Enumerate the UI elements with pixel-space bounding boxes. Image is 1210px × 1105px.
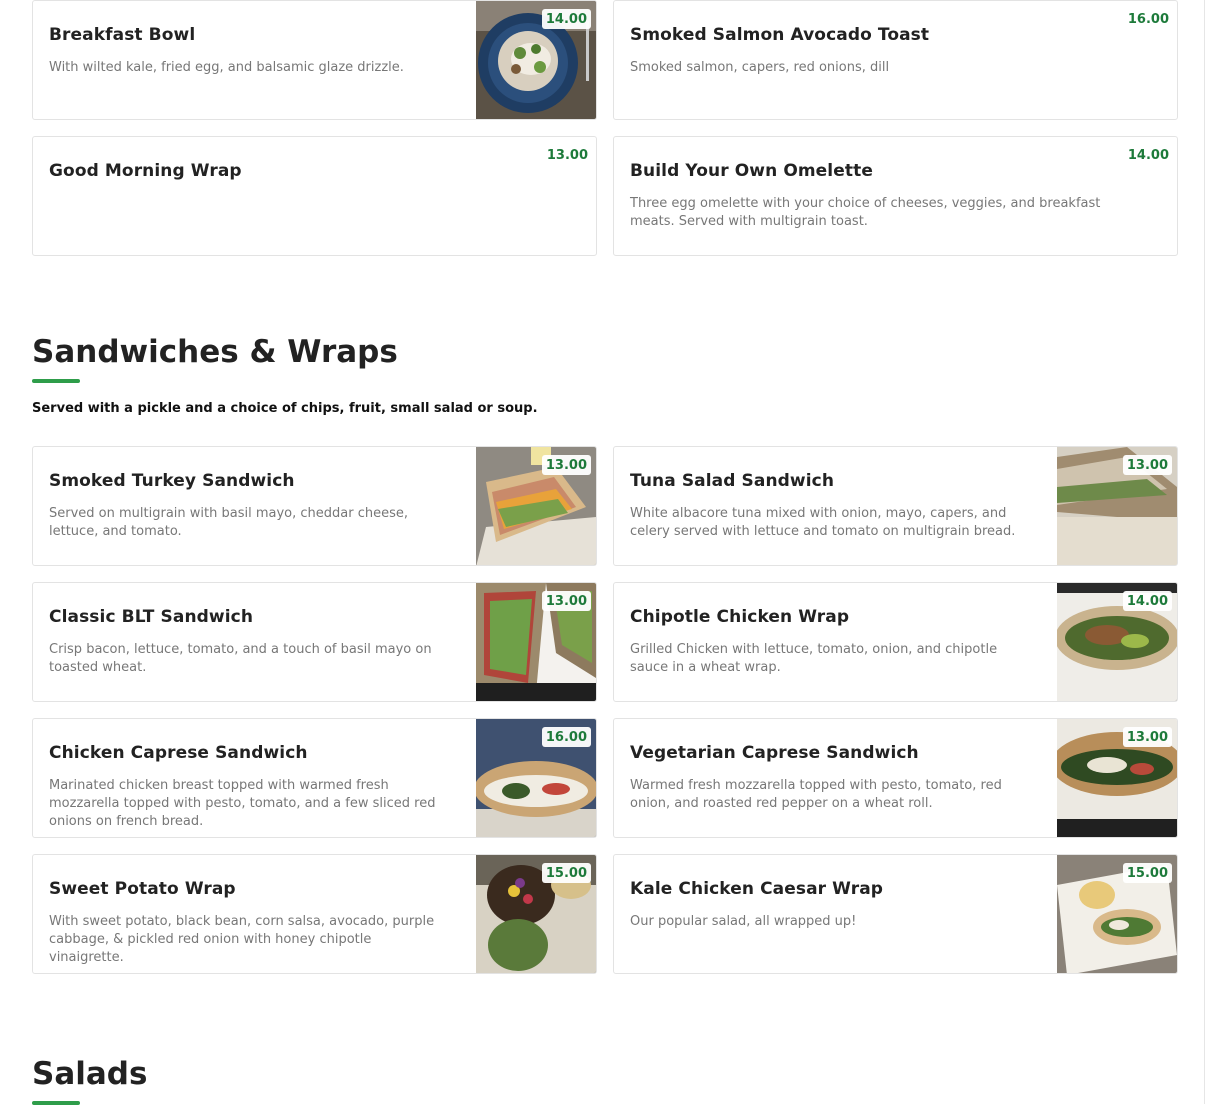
menu-item-description: Marinated chicken breast topped with war… — [49, 778, 436, 829]
menu-item-card[interactable]: Good Morning Wrap 13.00 — [32, 136, 597, 256]
menu-item-name: Classic BLT Sandwich — [49, 607, 254, 627]
section-title-sandwiches: Sandwiches & Wraps — [32, 334, 398, 370]
menu-item-photo: 14.00 — [476, 1, 596, 119]
price-badge: 15.00 — [1122, 863, 1172, 883]
menu-item-name: Chicken Caprese Sandwich — [49, 743, 308, 763]
price-badge: 13.00 — [541, 455, 591, 475]
breakfast-grid: Breakfast Bowl With wilted kale, fried e… — [32, 0, 1178, 256]
price-badge: 14.00 — [1127, 148, 1169, 163]
menu-item-photo: 16.00 — [476, 719, 596, 837]
menu-item-card[interactable]: Chicken Caprese Sandwich Marinated chick… — [32, 718, 597, 838]
menu-item-description: Three egg omelette with your choice of c… — [630, 196, 1101, 229]
menu-item-card[interactable]: Classic BLT Sandwich Crisp bacon, lettuc… — [32, 582, 597, 702]
section-underline — [32, 379, 80, 383]
menu-item-photo: 15.00 — [1057, 855, 1177, 973]
sandwiches-grid: Smoked Turkey Sandwich Served on multigr… — [32, 446, 1178, 974]
menu-item-card[interactable]: Breakfast Bowl With wilted kale, fried e… — [32, 0, 597, 120]
menu-item-card[interactable]: Build Your Own Omelette Three egg omelet… — [613, 136, 1178, 256]
menu-item-photo: 14.00 — [1057, 583, 1177, 701]
section-underline — [32, 1101, 80, 1105]
menu-item-description: Served on multigrain with basil mayo, ch… — [49, 506, 408, 539]
price-badge: 13.00 — [541, 591, 591, 611]
menu-item-photo: 13.00 — [1057, 719, 1177, 837]
menu-item-name: Smoked Salmon Avocado Toast — [630, 25, 930, 45]
price-badge: 13.00 — [1122, 455, 1172, 475]
price-badge: 13.00 — [546, 148, 588, 163]
menu-item-card[interactable]: Smoked Turkey Sandwich Served on multigr… — [32, 446, 597, 566]
menu-item-card[interactable]: Sweet Potato Wrap With sweet potato, bla… — [32, 854, 597, 974]
price-badge: 14.00 — [1122, 591, 1172, 611]
menu-item-description: Grilled Chicken with lettuce, tomato, on… — [630, 642, 998, 675]
menu-item-card[interactable]: Vegetarian Caprese Sandwich Warmed fresh… — [613, 718, 1178, 838]
menu-item-name: Chipotle Chicken Wrap — [630, 607, 850, 627]
menu-item-name: Vegetarian Caprese Sandwich — [630, 743, 919, 763]
price-badge: 13.00 — [1122, 727, 1172, 747]
menu-item-name: Smoked Turkey Sandwich — [49, 471, 295, 491]
price-badge: 15.00 — [541, 863, 591, 883]
menu-item-description: Warmed fresh mozzarella topped with pest… — [630, 778, 1002, 811]
menu-item-description: Crisp bacon, lettuce, tomato, and a touc… — [49, 642, 432, 675]
menu-item-name: Good Morning Wrap — [49, 161, 242, 181]
menu-item-photo: 13.00 — [476, 583, 596, 701]
price-badge: 16.00 — [1127, 12, 1169, 27]
menu-item-description: Smoked salmon, capers, red onions, dill — [630, 60, 890, 75]
menu-item-description: With sweet potato, black bean, corn sals… — [49, 914, 435, 965]
menu-item-description: Our popular salad, all wrapped up! — [630, 914, 857, 929]
page-right-border — [1204, 0, 1205, 1104]
menu-item-name: Tuna Salad Sandwich — [630, 471, 835, 491]
menu-item-card[interactable]: Smoked Salmon Avocado Toast Smoked salmo… — [613, 0, 1178, 120]
price-badge: 14.00 — [541, 9, 591, 29]
menu-item-name: Sweet Potato Wrap — [49, 879, 236, 899]
price-badge: 16.00 — [541, 727, 591, 747]
menu-item-description: White albacore tuna mixed with onion, ma… — [630, 506, 1016, 539]
menu-item-name: Build Your Own Omelette — [630, 161, 873, 181]
menu-item-description: With wilted kale, fried egg, and balsami… — [49, 60, 404, 75]
section-title-salads: Salads — [32, 1056, 148, 1092]
menu-item-card[interactable]: Tuna Salad Sandwich White albacore tuna … — [613, 446, 1178, 566]
menu-item-photo: 13.00 — [476, 447, 596, 565]
menu-item-photo: 13.00 — [1057, 447, 1177, 565]
menu-item-photo: 15.00 — [476, 855, 596, 973]
menu-item-name: Breakfast Bowl — [49, 25, 196, 45]
menu-item-card[interactable]: Chipotle Chicken Wrap Grilled Chicken wi… — [613, 582, 1178, 702]
menu-item-name: Kale Chicken Caesar Wrap — [630, 879, 884, 899]
menu-item-card[interactable]: Kale Chicken Caesar Wrap Our popular sal… — [613, 854, 1178, 974]
section-note: Served with a pickle and a choice of chi… — [32, 401, 538, 416]
